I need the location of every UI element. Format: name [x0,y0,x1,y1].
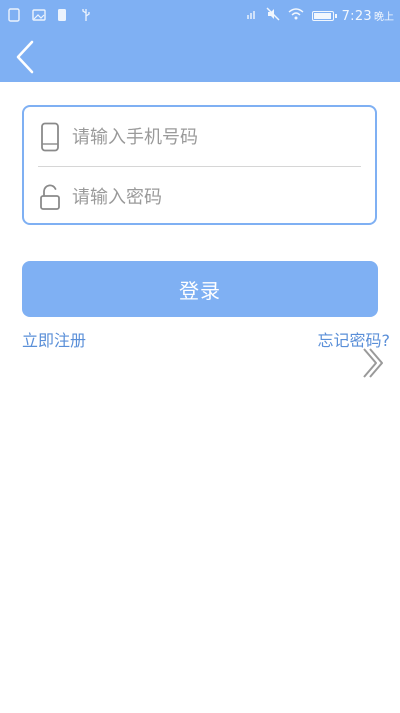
side-chevron-button[interactable] [360,346,384,380]
phone-icon [38,122,62,152]
chevron-left-icon [16,40,34,74]
status-bar: 7:23 晚上 [0,0,400,32]
status-time: 7:23 [341,9,372,24]
register-link[interactable]: 立即注册 [22,327,86,351]
login-screen: 7:23 晚上 请输入手机号码 登录 立即注册 忘记密码? [0,0,400,713]
app-header: 7:23 晚上 [0,0,400,82]
status-ampm: 晚上 [374,12,394,23]
double-chevron-right-icon [363,348,383,378]
clock: 7:23 晚上 [342,8,394,24]
image-icon [32,8,46,22]
phone-input[interactable] [72,126,361,148]
signal-icon [246,8,258,24]
mute-icon [266,7,280,25]
nav-bar [0,32,400,82]
notification-icon [8,8,20,22]
wifi-icon [288,8,304,24]
status-left-icons [8,8,92,22]
login-form [22,105,377,225]
back-button[interactable] [10,38,44,76]
phone-field [38,113,361,161]
sim-card-icon [56,8,68,22]
password-input[interactable] [72,186,361,208]
lock-icon [38,182,62,212]
password-field [38,173,361,221]
usb-icon [80,8,92,22]
login-button[interactable]: 登录 [22,261,378,317]
status-right-icons: 7:23 晚上 [246,7,394,25]
battery-icon [311,11,337,21]
field-divider [38,166,361,167]
